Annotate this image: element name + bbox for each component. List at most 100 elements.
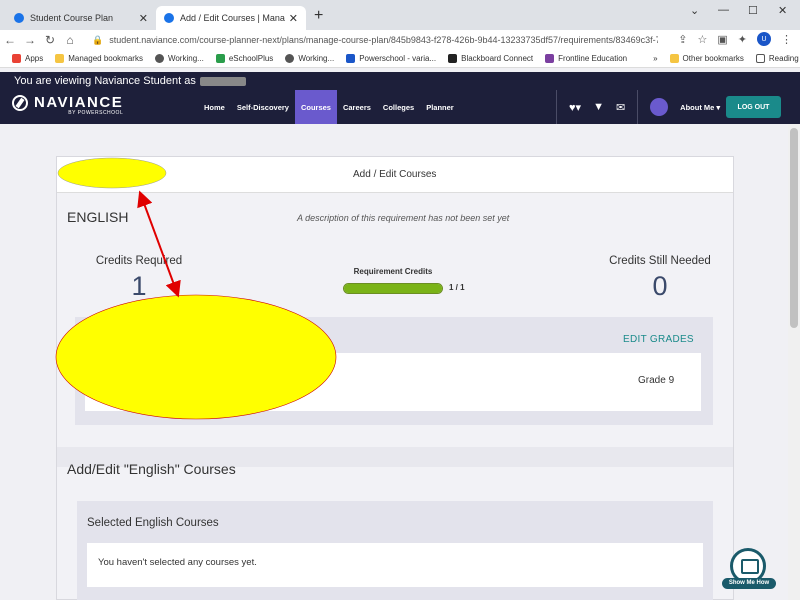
bookmark-apps[interactable]: Apps [12,54,43,63]
show-me-how-label: Show Me How [722,578,776,589]
apps-icon [12,54,21,63]
requirement-progress-bar [343,283,443,294]
logout-button[interactable]: LOG OUT [726,96,781,118]
naviance-logo[interactable]: NAVIANCE BY POWERSCHOOL [12,94,123,116]
blackboard-icon [448,54,458,63]
windows-icon [215,54,225,63]
home-icon[interactable]: ⌂ [60,33,80,47]
bookmark-star-icon[interactable]: ☆ [698,33,708,46]
progress-fill [344,284,442,293]
add-edit-courses-heading: Add/Edit "English" Courses [67,461,236,477]
credits-required-block: Credits Required 1 [93,255,185,302]
tab-close-icon[interactable]: ✕ [139,12,148,25]
edit-grades-link[interactable]: EDIT GRADES [623,334,694,345]
bookmark-other[interactable]: Other bookmarks [669,54,744,63]
grade-label: Grade 9 [638,375,675,386]
naviance-header: NAVIANCE BY POWERSCHOOL Home Self-Discov… [0,90,800,124]
tab-favicon-icon [14,13,24,23]
credits-needed-label: Credits Still Needed [609,255,711,267]
credits-required-value: 1 [131,271,147,301]
lock-icon: 🔒 [92,34,104,45]
requirement-credits-block: Requirement Credits 1 / 1 [343,267,473,294]
nav-courses[interactable]: Courses [294,90,337,124]
show-me-how-button[interactable]: Show Me How [722,548,776,592]
nav-divider [556,90,557,124]
reading-list-icon [755,54,765,63]
card-header: Add / Edit Courses [57,157,733,193]
bookmarks-bar: Apps Managed bookmarks Working... eSchoo… [0,50,800,68]
selected-courses-heading: Selected English Courses [87,517,219,529]
page-title: Add / Edit Courses [353,169,437,180]
powerschool-icon [346,54,356,63]
url-field[interactable]: 🔒 student.naviance.com/course-planner-ne… [92,32,658,48]
nav-home[interactable]: Home [198,90,231,124]
browser-tab-add-edit-courses[interactable]: Add / Edit Courses | Manage Co ✕ [156,6,306,30]
browser-tab-student-course-plan[interactable]: Student Course Plan ✕ [6,6,156,30]
new-tab-icon[interactable]: + [314,7,323,25]
forward-icon[interactable]: → [20,33,40,47]
requirement-title: ENGLISH [67,209,129,225]
globe-icon [285,54,295,63]
requirement-description: A description of this requirement has no… [297,213,510,223]
frontline-icon [545,54,555,63]
nav-planner[interactable]: Planner [420,90,460,124]
requirement-credits-value: 1 / 1 [449,283,465,292]
bookmark-working-2[interactable]: Working... [285,54,334,63]
favorites-heart-icon[interactable]: ♥▾ [569,101,581,114]
selected-courses-box: Selected English Courses You haven't sel… [77,501,713,600]
more-bookmarks-icon[interactable]: » [653,54,657,63]
browser-tab-bar: Student Course Plan ✕ Add / Edit Courses… [0,0,800,30]
bookmark-eschoolplus[interactable]: eSchoolPlus [215,54,273,63]
puzzle-icon[interactable]: ✦ [738,33,747,46]
profile-avatar[interactable]: U [757,32,771,46]
credits-required-label: Credits Required [95,255,183,267]
redacted-student-name [199,76,246,86]
bookmark-powerschool[interactable]: Powerschool - varia... [346,54,436,63]
grade-row: Grade 9 [85,353,701,411]
mail-icon[interactable]: ✉ [616,101,625,114]
tab-label: Student Course Plan [30,13,114,23]
nav-careers[interactable]: Careers [337,90,377,124]
address-bar-row: ← → ↻ ⌂ 🔒 student.naviance.com/course-pl… [0,30,800,50]
reload-icon[interactable]: ↻ [40,33,60,47]
bookmark-managed[interactable]: Managed bookmarks [55,54,143,63]
feedback-icon[interactable]: ▼ [593,101,604,113]
maximize-icon[interactable]: ☐ [748,4,758,17]
selected-courses-empty: You haven't selected any courses yet. [87,543,703,587]
globe-icon [154,54,164,63]
credits-needed-value: 0 [652,271,668,301]
user-avatar[interactable] [650,98,669,116]
tab-label: Add / Edit Courses | Manage Co [180,13,285,23]
tab-favicon-icon [164,13,174,23]
bookmark-blackboard[interactable]: Blackboard Connect [448,54,533,63]
url-text: student.naviance.com/course-planner-next… [109,35,658,45]
window-close-icon[interactable]: ✕ [778,4,787,17]
viewing-as-text: You are viewing Naviance Student as [14,75,196,87]
about-me-menu[interactable]: About Me ▾ [680,103,720,112]
grades-box: EDIT GRADES Grade 9 [75,317,713,425]
logo-subtitle: BY POWERSCHOOL [68,110,124,116]
compass-icon [12,94,28,111]
back-icon[interactable]: ← [0,33,20,47]
share-icon[interactable]: ⇪ [678,33,687,46]
folder-icon [669,54,679,63]
bookmark-working-1[interactable]: Working... [154,54,204,63]
nav-divider [637,90,639,124]
extension-icon[interactable]: ▣ [717,33,727,46]
tab-search-icon[interactable]: ⌄ [690,4,699,17]
folder-icon [55,54,65,63]
viewing-as-banner: You are viewing Naviance Student as [0,72,800,90]
nav-colleges[interactable]: Colleges [377,90,420,124]
requirement-credits-label: Requirement Credits [353,267,433,276]
bookmark-frontline[interactable]: Frontline Education [545,54,627,63]
bookmark-reading-list[interactable]: Reading list [755,54,800,63]
add-edit-courses-card: Add / Edit Courses ENGLISH A description… [56,156,734,600]
menu-icon[interactable]: ⋮ [781,33,792,46]
minimize-icon[interactable]: — [718,4,729,16]
main-nav: Home Self-Discovery Courses Careers Coll… [198,90,460,124]
credits-needed-block: Credits Still Needed 0 [605,255,715,302]
scrollbar-thumb[interactable] [790,128,798,328]
empty-message: You haven't selected any courses yet. [98,557,257,568]
nav-self-discovery[interactable]: Self-Discovery [231,90,295,124]
tab-close-icon[interactable]: ✕ [289,12,298,25]
